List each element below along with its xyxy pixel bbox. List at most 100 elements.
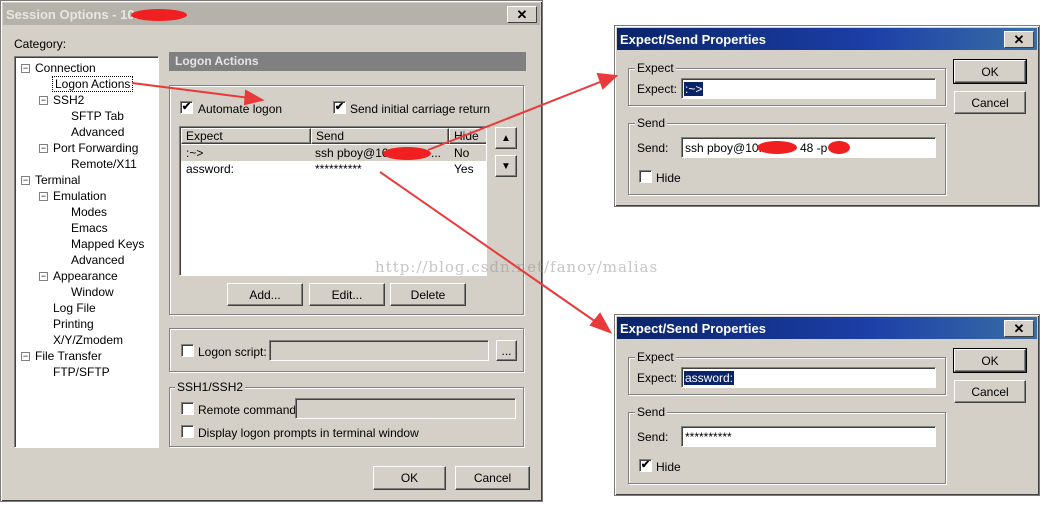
send-value: ssh pboy@10. bbox=[685, 141, 762, 155]
close-button[interactable]: ✕ bbox=[507, 6, 537, 23]
tree-item[interactable]: Advanced bbox=[71, 253, 124, 267]
hide-checkbox[interactable] bbox=[639, 170, 652, 183]
column-header-expect[interactable]: Expect bbox=[181, 128, 311, 144]
tree-item[interactable]: Mapped Keys bbox=[71, 237, 144, 251]
section-title: Logon Actions bbox=[175, 54, 259, 68]
redaction-mark bbox=[757, 141, 797, 154]
dialog1-ok-button[interactable]: OK bbox=[953, 59, 1027, 84]
automate-logon-checkbox[interactable]: ✔ bbox=[180, 101, 193, 114]
window-title: Session Options - 10. bbox=[6, 6, 139, 22]
ssh-group-label: SSH1/SSH2 bbox=[175, 380, 246, 394]
tree-item[interactable]: Log File bbox=[53, 301, 96, 315]
tree-expander-icon[interactable]: − bbox=[39, 144, 48, 153]
tree-expander-icon[interactable]: − bbox=[21, 352, 30, 361]
expect-label: Expect: bbox=[637, 82, 678, 96]
column-header-hide[interactable]: Hide bbox=[449, 128, 486, 144]
dialog2-cancel-button[interactable]: Cancel bbox=[954, 380, 1026, 403]
ok-label: OK bbox=[981, 353, 999, 368]
dialog1-titlebar[interactable]: Expect/Send Properties ✕ bbox=[617, 28, 1037, 50]
remote-command-checkbox[interactable] bbox=[181, 402, 194, 415]
tree-item[interactable]: Remote/X11 bbox=[71, 157, 137, 171]
cancel-label: Cancel bbox=[971, 384, 1009, 399]
tree-item[interactable]: Emulation bbox=[53, 189, 106, 203]
expect-value: assword: bbox=[684, 371, 735, 385]
remote-command-input[interactable] bbox=[295, 398, 516, 419]
dialog2-title: Expect/Send Properties bbox=[620, 320, 766, 336]
list-header: Expect Send Hide bbox=[181, 128, 486, 144]
up-arrow-icon: ▲ bbox=[501, 132, 511, 144]
tree-item[interactable]: Advanced bbox=[71, 125, 124, 139]
move-up-button[interactable]: ▲ bbox=[495, 127, 517, 149]
expect-input[interactable]: assword: bbox=[681, 367, 936, 388]
send-group-label: Send bbox=[635, 405, 668, 419]
dialog1-close-button[interactable]: ✕ bbox=[1004, 31, 1034, 48]
logon-script-input[interactable] bbox=[269, 340, 489, 361]
down-arrow-icon: ▼ bbox=[501, 160, 511, 172]
tree-item[interactable]: Port Forwarding bbox=[53, 141, 138, 155]
hide-label: Hide bbox=[656, 460, 681, 474]
hide-label: Hide bbox=[656, 171, 681, 185]
tree-item[interactable]: Appearance bbox=[53, 269, 118, 283]
expect-group-label: Expect bbox=[635, 61, 676, 75]
row-send: ********** bbox=[315, 162, 362, 176]
tree-expander-icon[interactable]: − bbox=[39, 96, 48, 105]
tree-expander-icon[interactable]: − bbox=[21, 176, 30, 185]
section-header: Logon Actions bbox=[169, 52, 526, 71]
redaction-mark bbox=[828, 141, 850, 154]
expect-send-dialog-2: Expect/Send Properties ✕ Expect Expect: … bbox=[614, 314, 1040, 496]
column-header-send[interactable]: Send bbox=[311, 128, 449, 144]
redaction-mark bbox=[383, 147, 431, 160]
cancel-label: Cancel bbox=[971, 95, 1009, 110]
tree-item[interactable]: FTP/SFTP bbox=[53, 365, 110, 379]
expect-send-dialog-1: Expect/Send Properties ✕ Expect Expect: … bbox=[614, 25, 1040, 207]
display-prompts-checkbox[interactable] bbox=[181, 425, 194, 438]
cancel-button[interactable]: Cancel bbox=[455, 466, 530, 490]
tree-item[interactable]: Terminal bbox=[35, 173, 80, 187]
dialog1-cancel-button[interactable]: Cancel bbox=[954, 91, 1026, 114]
dialog2-close-button[interactable]: ✕ bbox=[1004, 320, 1034, 337]
tree-item[interactable]: SFTP Tab bbox=[71, 109, 124, 123]
delete-button[interactable]: Delete bbox=[390, 283, 466, 306]
ok-button[interactable]: OK bbox=[373, 466, 446, 490]
table-row[interactable]: :~> ssh pboy@10. ... No bbox=[181, 145, 486, 161]
tree-item[interactable]: Connection bbox=[35, 61, 96, 75]
tree-item[interactable]: Logon Actions bbox=[51, 76, 134, 92]
send-input[interactable]: ssh pboy@10. 48 -p bbox=[681, 137, 936, 158]
expect-group-label: Expect bbox=[635, 350, 676, 364]
session-options-titlebar[interactable]: Session Options - 10. ✕ bbox=[3, 3, 540, 25]
row-send: ssh pboy@10. bbox=[315, 146, 392, 160]
expect-input[interactable]: :~> bbox=[681, 78, 936, 99]
send-cr-checkbox[interactable]: ✔ bbox=[333, 101, 346, 114]
tree-item[interactable]: Modes bbox=[71, 205, 107, 219]
delete-label: Delete bbox=[410, 287, 446, 302]
table-row[interactable]: assword: ********** Yes bbox=[181, 161, 486, 177]
category-tree[interactable]: − Connection Logon Actions − SSH2 SFTP Tab Adv… bbox=[14, 56, 159, 448]
send-value-tail: 48 -p bbox=[800, 141, 828, 155]
tree-item[interactable]: Printing bbox=[53, 317, 94, 331]
move-down-button[interactable]: ▼ bbox=[495, 155, 517, 177]
logon-script-checkbox[interactable] bbox=[181, 344, 194, 357]
close-icon: ✕ bbox=[516, 6, 528, 22]
dialog2-ok-button[interactable]: OK bbox=[953, 348, 1027, 373]
expect-send-list[interactable]: Expect Send Hide :~> ssh pboy@10. ... No… bbox=[179, 126, 487, 276]
tree-expander-icon[interactable]: − bbox=[39, 192, 48, 201]
browse-button[interactable]: ... bbox=[496, 340, 517, 361]
browse-label: ... bbox=[501, 343, 512, 358]
ok-label: OK bbox=[400, 471, 419, 485]
watermark: http://blog.csdn.net/fanoy/malias bbox=[375, 258, 659, 276]
tree-expander-icon[interactable]: − bbox=[21, 64, 30, 73]
tree-item[interactable]: File Transfer bbox=[35, 349, 102, 363]
tree-item[interactable]: Emacs bbox=[71, 221, 108, 235]
row-hide: Yes bbox=[454, 162, 474, 176]
send-input[interactable]: ********** bbox=[681, 426, 936, 447]
tree-item[interactable]: X/Y/Zmodem bbox=[53, 333, 123, 347]
hide-checkbox[interactable]: ✔ bbox=[639, 459, 652, 472]
remote-command-label: Remote command: bbox=[198, 403, 300, 417]
add-button[interactable]: Add... bbox=[227, 283, 303, 306]
tree-expander-icon[interactable]: − bbox=[39, 272, 48, 281]
dialog2-titlebar[interactable]: Expect/Send Properties ✕ bbox=[617, 317, 1037, 339]
edit-button[interactable]: Edit... bbox=[309, 283, 385, 306]
expect-label: Expect: bbox=[637, 371, 678, 385]
tree-item[interactable]: SSH2 bbox=[53, 93, 84, 107]
tree-item[interactable]: Window bbox=[71, 285, 114, 299]
